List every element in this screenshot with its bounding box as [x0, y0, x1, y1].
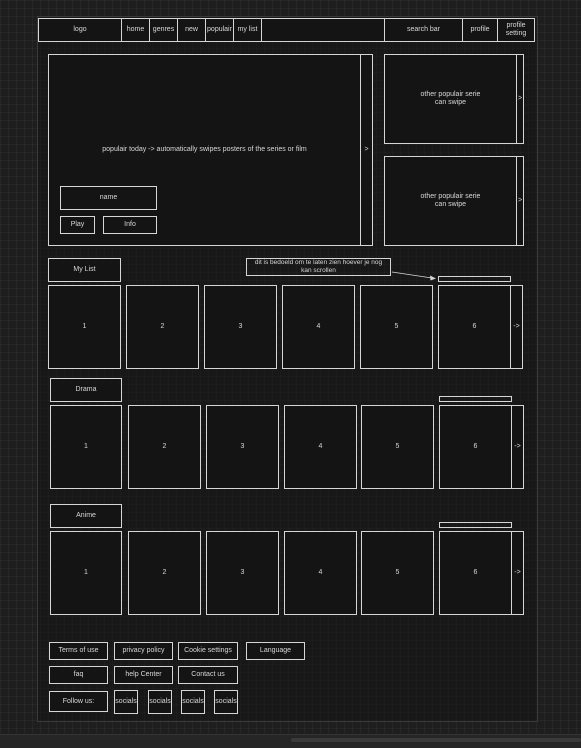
scroll-indicator	[439, 522, 512, 528]
info-button[interactable]: Info	[103, 216, 157, 234]
side-popular-card[interactable]: other populair serie can swipe	[384, 156, 517, 246]
row-next-button[interactable]: ->	[511, 405, 524, 489]
play-button[interactable]: Play	[60, 216, 95, 234]
social-link[interactable]: socials	[214, 690, 238, 714]
row-next-button[interactable]: ->	[510, 285, 523, 369]
side-popular-next-button[interactable]: >	[516, 156, 524, 246]
row-title-anime: Anime	[50, 504, 122, 528]
profile-setting-button[interactable]: profile setting	[497, 18, 535, 42]
arrow-right-icon: ->	[514, 569, 521, 576]
poster-card[interactable]: 1	[50, 405, 122, 489]
poster-card[interactable]: 1	[48, 285, 121, 369]
side-popular-card[interactable]: other populair serie can swipe	[384, 54, 517, 144]
search-input[interactable]: search bar	[384, 18, 463, 42]
nav-genres[interactable]: genres	[150, 19, 178, 41]
social-link[interactable]: socials	[148, 690, 172, 714]
social-link[interactable]: socials	[181, 690, 205, 714]
row-title-my-list: My List	[48, 258, 121, 282]
arrow-right-icon: ->	[513, 323, 520, 330]
poster-card[interactable]: 3	[204, 285, 277, 369]
footer-link-faq[interactable]: faq	[49, 666, 108, 684]
scrollbar-thumb[interactable]	[291, 738, 581, 742]
footer-link-cookies[interactable]: Cookie settings	[178, 642, 238, 660]
scroll-indicator	[438, 276, 511, 282]
poster-card[interactable]: 5	[361, 405, 434, 489]
poster-card[interactable]: 6	[439, 531, 512, 615]
hero-text: populair today -> automatically swipes p…	[102, 146, 307, 153]
poster-card[interactable]: 3	[206, 405, 279, 489]
follow-us-label: Follow us:	[49, 691, 108, 712]
side-popular-text: other populair serie can swipe	[420, 91, 481, 106]
poster-card[interactable]: 6	[439, 405, 512, 489]
poster-card[interactable]: 4	[284, 405, 357, 489]
row-title-drama: Drama	[50, 378, 122, 402]
hero-title-field: name	[60, 186, 157, 210]
nav-home[interactable]: home	[122, 19, 150, 41]
footer-link-contact[interactable]: Contact us	[178, 666, 238, 684]
social-link[interactable]: socials	[114, 690, 138, 714]
annotation-note: dit is bedoeld om te laten zien hoever j…	[246, 258, 391, 276]
poster-card[interactable]: 5	[360, 285, 433, 369]
hero-next-button[interactable]: >	[360, 54, 373, 246]
nav-new[interactable]: new	[178, 19, 206, 41]
poster-card[interactable]: 5	[361, 531, 434, 615]
chevron-right-icon: >	[517, 197, 523, 204]
side-popular-next-button[interactable]: >	[516, 54, 524, 144]
chevron-right-icon: >	[517, 95, 523, 102]
nav-populair[interactable]: populair	[206, 19, 234, 41]
row-next-button[interactable]: ->	[511, 531, 524, 615]
footer-link-privacy[interactable]: privacy policy	[114, 642, 173, 660]
profile-button[interactable]: profile	[462, 18, 498, 42]
nav-my-list[interactable]: my list	[234, 19, 262, 41]
poster-card[interactable]: 6	[438, 285, 511, 369]
poster-card[interactable]: 2	[126, 285, 199, 369]
poster-card[interactable]: 4	[284, 531, 357, 615]
chevron-right-icon: >	[364, 146, 369, 153]
horizontal-scrollbar[interactable]	[0, 734, 581, 748]
poster-card[interactable]: 2	[128, 531, 201, 615]
side-popular-text: other populair serie can swipe	[420, 193, 481, 208]
poster-card[interactable]: 4	[282, 285, 355, 369]
footer-link-help-center[interactable]: help Center	[114, 666, 173, 684]
poster-card[interactable]: 2	[128, 405, 201, 489]
poster-card[interactable]: 3	[206, 531, 279, 615]
footer-link-terms[interactable]: Terms of use	[49, 642, 108, 660]
scroll-indicator	[439, 396, 512, 402]
arrow-right-icon: ->	[514, 443, 521, 450]
poster-card[interactable]: 1	[50, 531, 122, 615]
language-select[interactable]: Language	[246, 642, 305, 660]
logo[interactable]: logo	[39, 19, 122, 41]
